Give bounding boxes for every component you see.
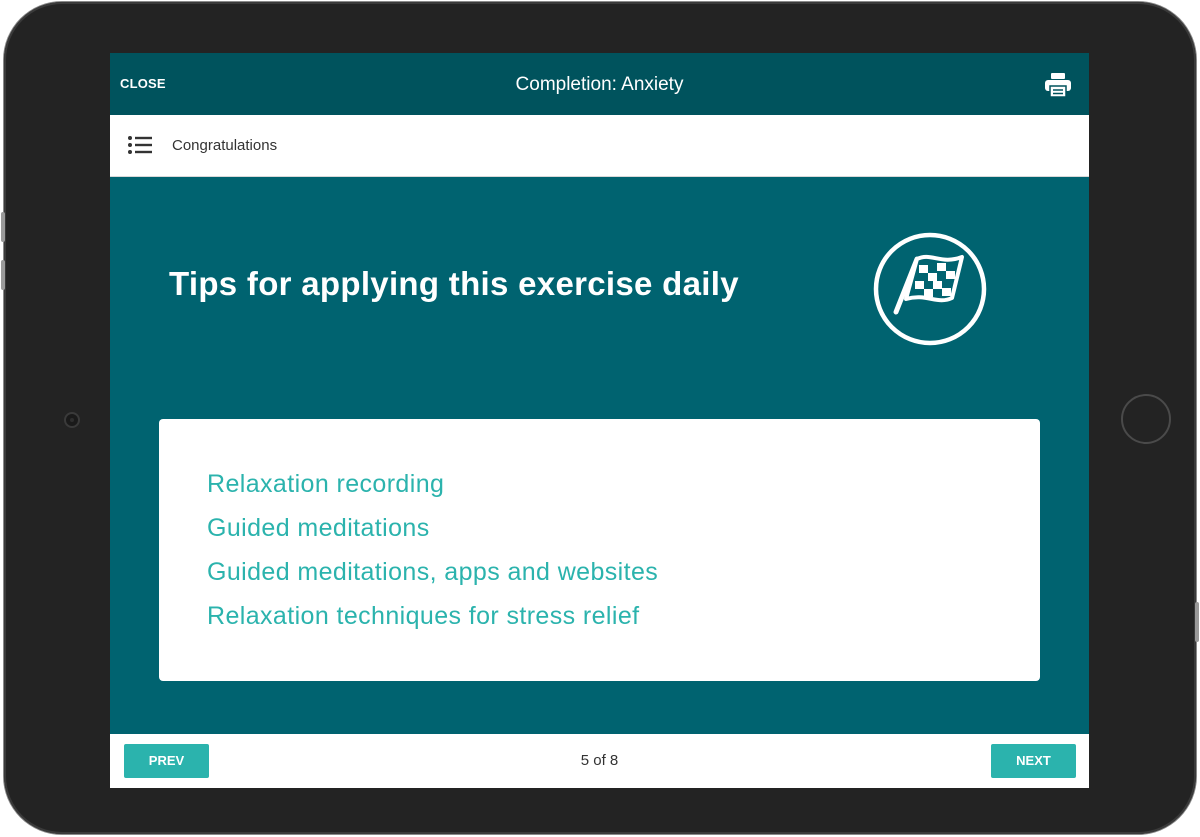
top-bar: CLOSE Completion: Anxiety (110, 53, 1089, 115)
section-bar: Congratulations (110, 115, 1089, 177)
list-menu-icon[interactable] (128, 135, 152, 155)
footer-nav: PREV 5 of 8 NEXT (110, 734, 1089, 788)
app-screen: CLOSE Completion: Anxiety Congratulation… (110, 53, 1089, 788)
side-button (1, 260, 5, 290)
content-heading: Tips for applying this exercise daily (169, 265, 739, 302)
printer-icon[interactable] (1044, 72, 1072, 98)
links-card: Relaxation recording Guided meditations … (159, 419, 1040, 681)
next-button[interactable]: NEXT (991, 744, 1076, 778)
side-button (1, 212, 5, 242)
section-label: Congratulations (172, 137, 278, 154)
checkered-flag-icon (873, 232, 987, 346)
link-relaxation-techniques[interactable]: Relaxation techniques for stress relief (207, 596, 658, 640)
front-camera (66, 414, 78, 426)
links-list: Relaxation recording Guided meditations … (207, 464, 658, 640)
link-relaxation-recording[interactable]: Relaxation recording (207, 464, 658, 508)
link-guided-meditations-apps-websites[interactable]: Guided meditations, apps and websites (207, 552, 658, 596)
content-panel: Tips for applying this exercise daily Re… (110, 177, 1089, 734)
page-title: Completion: Anxiety (515, 74, 684, 95)
page-indicator: 5 of 8 (580, 752, 619, 769)
side-button (1195, 602, 1199, 642)
home-button[interactable] (1121, 394, 1171, 444)
link-guided-meditations[interactable]: Guided meditations (207, 508, 658, 552)
